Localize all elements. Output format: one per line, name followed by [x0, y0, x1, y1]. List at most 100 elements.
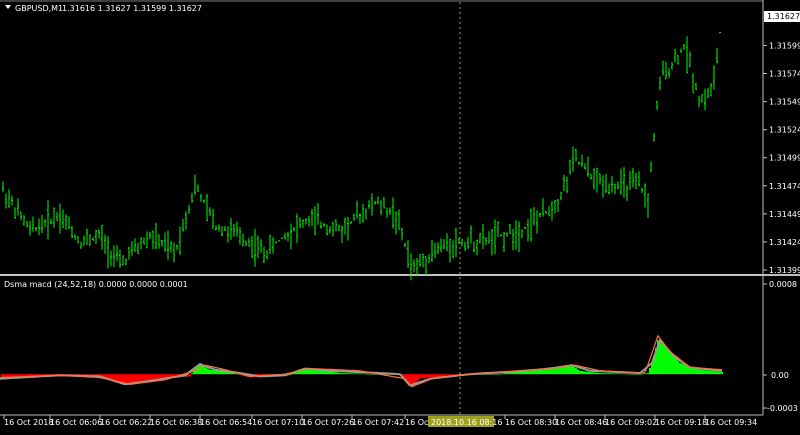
histogram-bar-positive — [589, 372, 591, 374]
histogram-bar-positive — [717, 372, 719, 375]
histogram-bar-positive — [605, 373, 607, 374]
time-label: 16 Oct 06:06 — [50, 418, 102, 427]
histogram-bar-positive — [669, 352, 671, 375]
histogram-bar-negative — [127, 374, 129, 384]
indicator-level-top: 0.0008 — [769, 280, 797, 289]
histogram-bar-positive — [721, 372, 723, 374]
histogram-bar-positive — [209, 370, 211, 375]
histogram-bar-negative — [153, 374, 155, 379]
histogram-bar-positive — [619, 374, 621, 375]
histogram-bar-positive — [343, 373, 345, 374]
histogram-bar-negative — [143, 374, 145, 381]
time-label: 16 Oct 07:42 — [352, 418, 404, 427]
histogram-bar-negative — [157, 374, 159, 379]
histogram-bar-positive — [487, 374, 489, 375]
histogram-bar-negative — [451, 374, 453, 375]
histogram-bar-positive — [585, 371, 587, 374]
histogram-bar-negative — [159, 374, 161, 379]
histogram-bar-positive — [205, 367, 207, 374]
chart-window[interactable]: GBPUSD,M1 1.31616 1.31627 1.31599 1.3162… — [0, 0, 800, 431]
histogram-bar-negative — [189, 374, 191, 376]
histogram-bar-positive — [335, 372, 337, 374]
histogram-bar-positive — [491, 374, 493, 375]
histogram-bar-positive — [207, 369, 209, 375]
histogram-bar-positive — [215, 370, 217, 374]
histogram-bar-positive — [529, 371, 531, 374]
histogram-bar-negative — [429, 374, 431, 377]
histogram-bar-positive — [365, 374, 367, 375]
price-level-label: 1.31599 — [769, 41, 800, 50]
histogram-bar-negative — [141, 374, 143, 381]
histogram-bar-positive — [587, 372, 589, 374]
histogram-bar-negative — [445, 374, 447, 376]
histogram-bar-positive — [501, 374, 503, 375]
histogram-bar-positive — [681, 364, 683, 375]
current-price-label: 1.31627 — [767, 12, 800, 21]
price-level-label: 1.31424 — [769, 238, 800, 247]
histogram-bar-positive — [371, 374, 373, 375]
histogram-bar-positive — [237, 374, 239, 375]
histogram-bar-positive — [211, 370, 213, 374]
histogram-bar-positive — [499, 374, 501, 375]
histogram-bar-positive — [705, 370, 707, 374]
symbol-label: GBPUSD,M1 — [15, 4, 63, 13]
time-label: 16 Oct 2018 — [4, 418, 53, 427]
histogram-bar-positive — [599, 373, 601, 374]
price-level-label: 1.31524 — [769, 126, 800, 135]
price-level-label: 1.31499 — [769, 154, 800, 163]
histogram-bar-positive — [713, 371, 715, 374]
histogram-bar-positive — [645, 373, 647, 374]
histogram-bar-positive — [573, 367, 575, 375]
indicator-level-zero: 0.00 — [771, 371, 789, 380]
price-level-label: 1.31574 — [769, 70, 800, 79]
histogram-bar-positive — [695, 368, 697, 374]
histogram-bar-negative — [431, 374, 433, 377]
histogram-bar-positive — [593, 372, 595, 374]
histogram-bar-negative — [147, 374, 149, 380]
histogram-bar-positive — [631, 374, 633, 375]
histogram-bar-positive — [357, 374, 359, 375]
histogram-bar-positive — [579, 371, 581, 374]
histogram-bar-positive — [673, 356, 675, 374]
histogram-bar-positive — [597, 373, 599, 374]
histogram-bar-positive — [493, 374, 495, 375]
histogram-bar-positive — [649, 368, 651, 374]
histogram-bar-negative — [437, 374, 439, 376]
histogram-bar-positive — [611, 373, 613, 374]
histogram-bar-positive — [719, 372, 721, 374]
histogram-bar-positive — [583, 371, 585, 374]
time-label: 16 Oct 09:02 — [605, 418, 657, 427]
histogram-bar-negative — [453, 374, 455, 375]
price-axis: 1.31599 1.31574 1.31549 1.31524 1.31499 1.314… — [763, 41, 800, 275]
histogram-bar-negative — [425, 374, 427, 378]
histogram-bar-negative — [133, 374, 135, 383]
price-level-label: 1.31549 — [769, 98, 800, 107]
histogram-bar-positive — [581, 371, 583, 374]
histogram-bar-positive — [497, 374, 499, 375]
histogram-bar-positive — [659, 342, 661, 374]
histogram-bar-positive — [613, 373, 615, 374]
histogram-bar-positive — [643, 374, 645, 375]
histogram-bar-positive — [675, 358, 677, 374]
histogram-bar-positive — [213, 370, 215, 374]
price-level-label: 1.31449 — [769, 210, 800, 219]
time-label: 16 Oct 08:46 — [555, 418, 607, 427]
histogram-bar-negative — [155, 374, 157, 379]
histogram-bar-positive — [683, 364, 685, 374]
histogram-bar-positive — [637, 374, 639, 375]
histogram-bar-negative — [443, 374, 445, 376]
histogram-bar-positive — [341, 373, 343, 374]
histogram-bar-negative — [139, 374, 141, 382]
time-label: 16 Oct 09:34 — [705, 418, 757, 427]
histogram-bar-positive — [601, 373, 603, 374]
histogram-bar-positive — [361, 374, 363, 375]
histogram-bar-positive — [203, 366, 205, 374]
crosshair-time-label: 2018.10.16 08:16 — [431, 418, 502, 427]
histogram-bar-positive — [609, 373, 611, 374]
histogram-bar-negative — [419, 374, 421, 379]
indicator-level-bottom: -0.0003 — [767, 404, 798, 413]
histogram-bar-positive — [333, 372, 335, 374]
histogram-bar-positive — [595, 373, 597, 375]
histogram-bar-negative — [423, 374, 425, 378]
histogram-bar-positive — [639, 374, 641, 375]
